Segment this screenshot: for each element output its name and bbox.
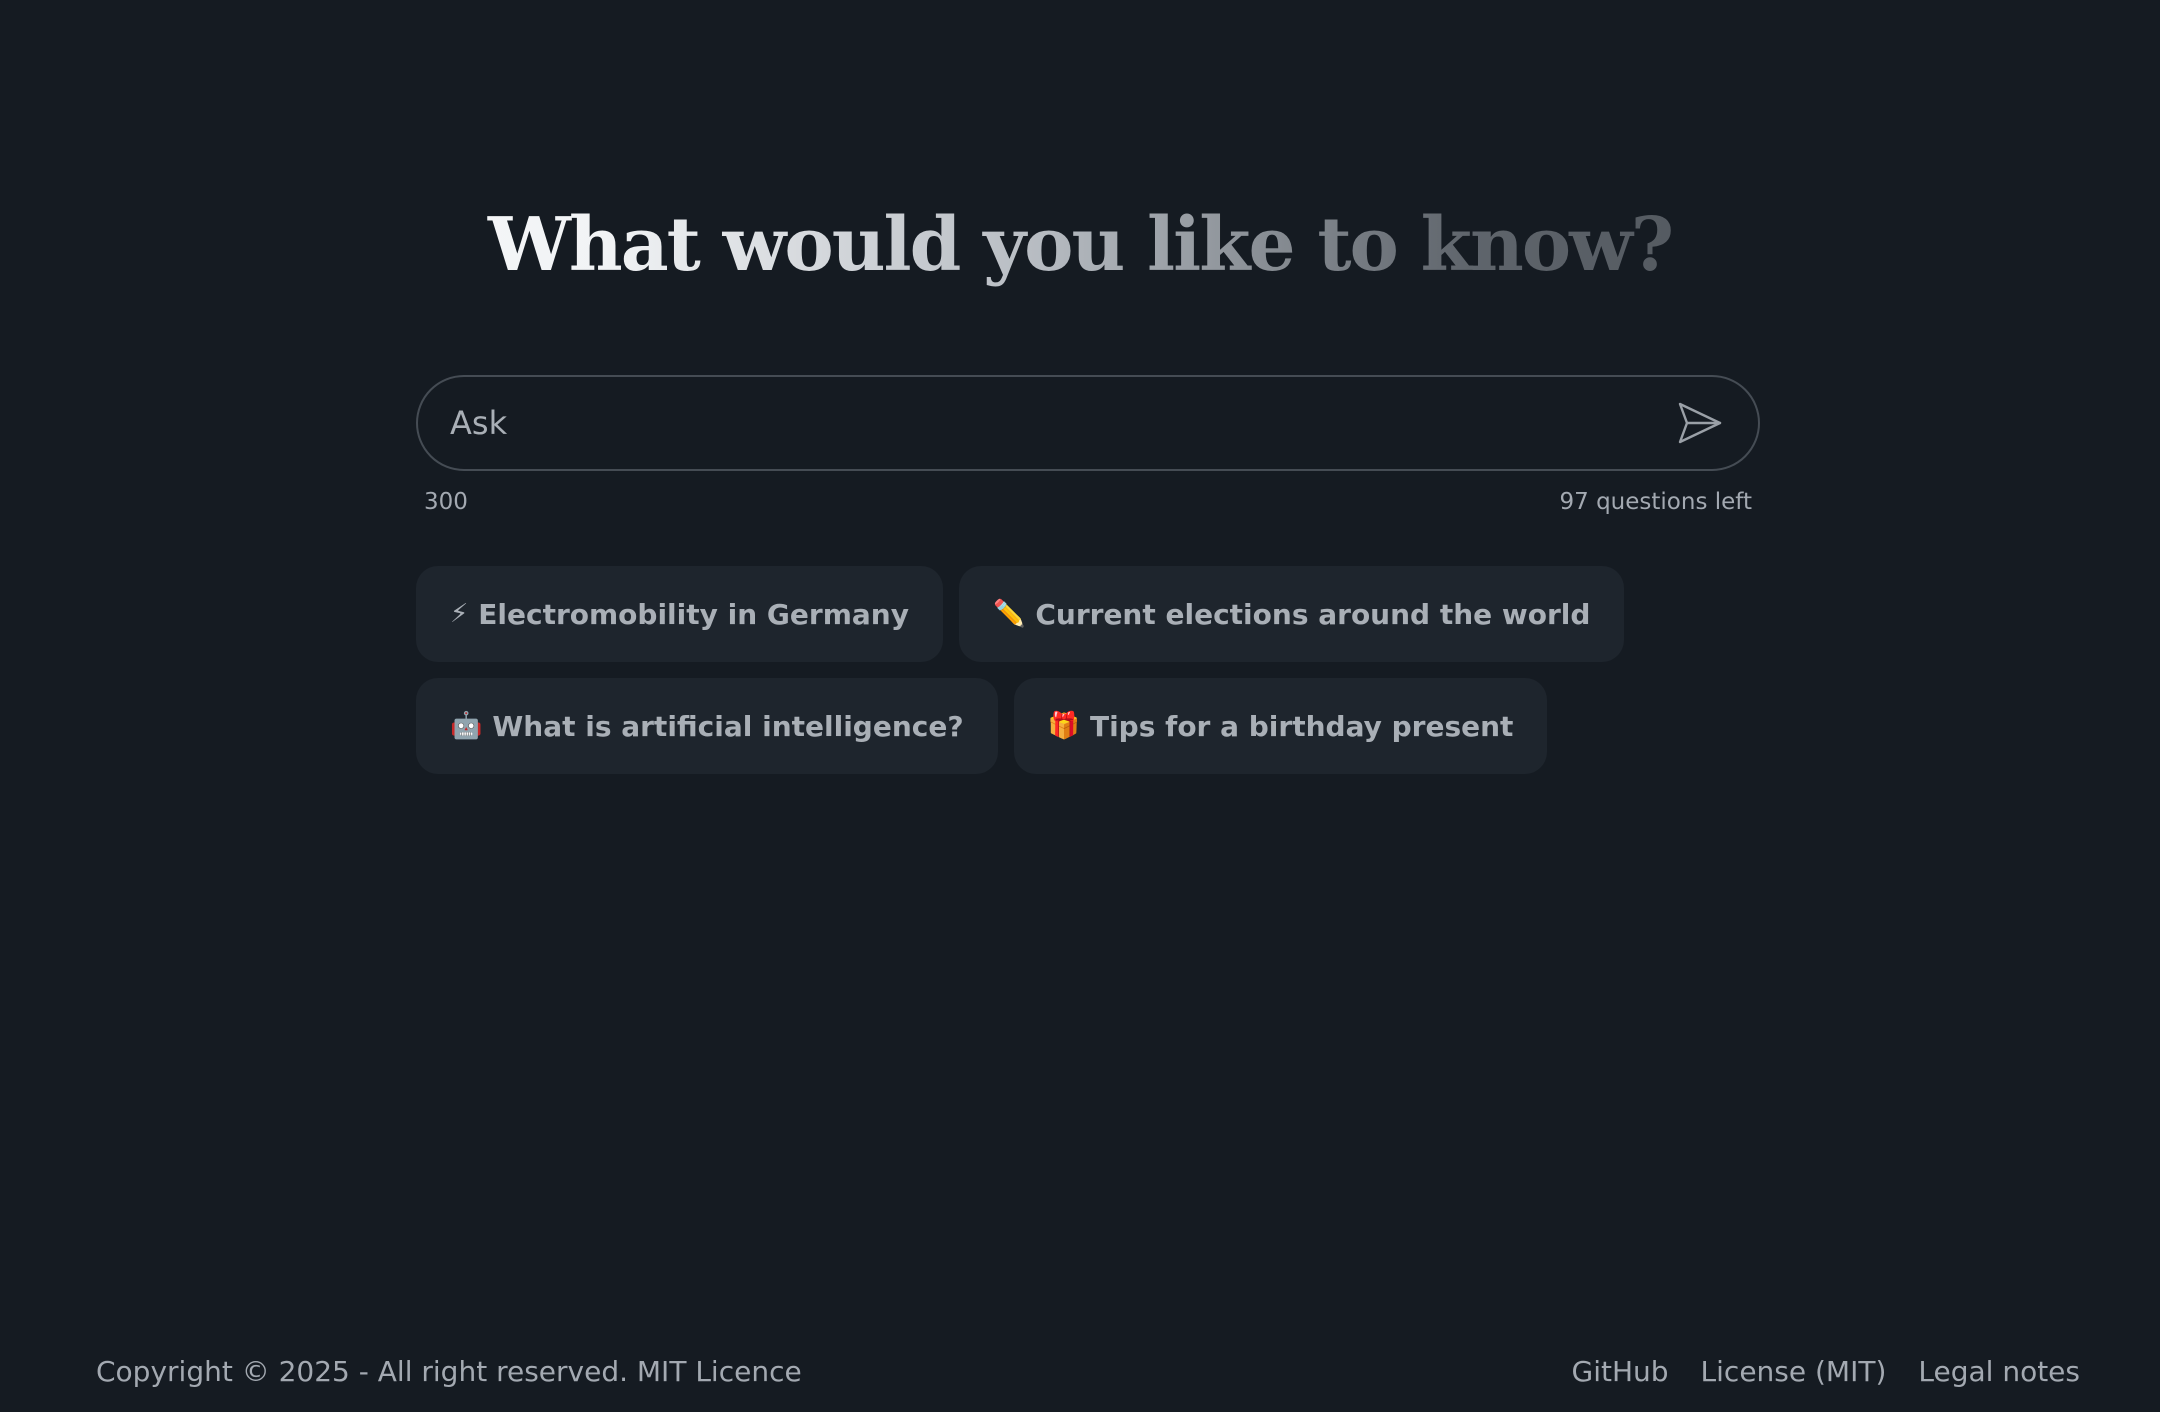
robot-icon: 🤖 (450, 711, 483, 741)
char-limit: 300 (424, 489, 468, 515)
footer-links: GitHub License (MIT) Legal notes (1572, 1355, 2080, 1388)
suggestion-chip-birthday[interactable]: 🎁 Tips for a birthday present (1013, 678, 1548, 774)
license-link[interactable]: License (MIT) (1701, 1355, 1887, 1388)
search-input[interactable] (450, 404, 1672, 442)
pencil-icon: ✏️ (992, 599, 1026, 629)
send-button[interactable] (1672, 395, 1728, 451)
search-meta: 300 97 questions left (424, 489, 1752, 515)
questions-left: 97 questions left (1559, 489, 1753, 515)
suggestion-list: ⚡ Electromobility in Germany ✏️ Current … (416, 566, 1760, 790)
github-link[interactable]: GitHub (1572, 1355, 1669, 1388)
page-title: What would you like to know? (0, 195, 2160, 295)
page: What would you like to know? 300 97 ques… (0, 0, 2160, 1412)
suggestion-label: Current elections around the world (1035, 597, 1591, 631)
footer: Copyright © 2025 - All right reserved. M… (96, 1355, 2080, 1388)
suggestion-label: Tips for a birthday present (1089, 709, 1514, 743)
search-bar (416, 375, 1760, 471)
gift-icon: 🎁 (1047, 711, 1080, 741)
suggestion-label: What is artificial intelligence? (492, 709, 964, 743)
paper-plane-icon (1678, 402, 1722, 444)
suggestion-chip-elections[interactable]: ✏️ Current elections around the world (958, 566, 1625, 662)
suggestion-chip-ai[interactable]: 🤖 What is artificial intelligence? (416, 678, 998, 774)
legal-notes-link[interactable]: Legal notes (1918, 1355, 2080, 1388)
copyright-text: Copyright © 2025 - All right reserved. M… (96, 1355, 802, 1388)
lightning-icon: ⚡ (450, 599, 469, 629)
suggestion-label: Electromobility in Germany (478, 597, 909, 631)
suggestion-chip-electromobility[interactable]: ⚡ Electromobility in Germany (416, 566, 943, 662)
